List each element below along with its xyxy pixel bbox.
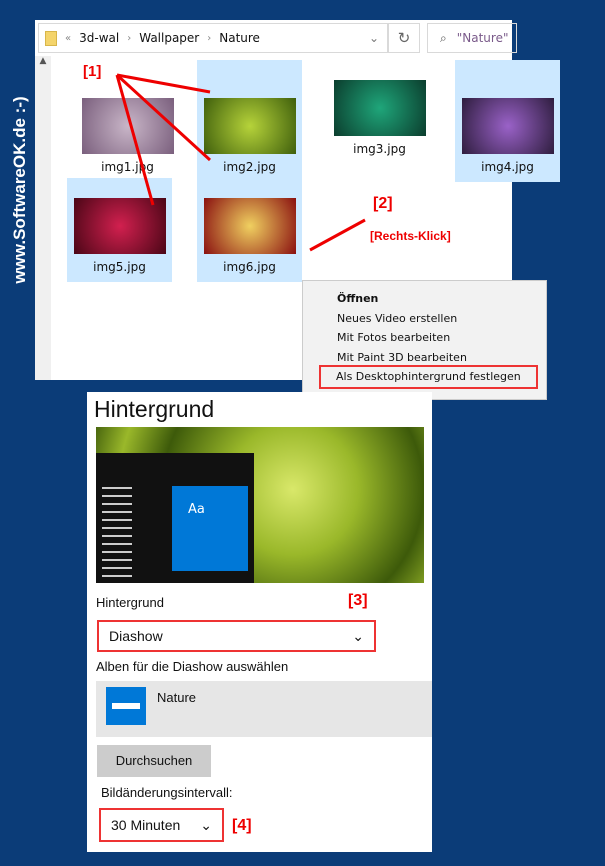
- background-label: Hintergrund: [96, 595, 164, 610]
- page-title: Hintergrund: [94, 396, 215, 422]
- album-item[interactable]: Nature: [96, 681, 432, 737]
- annotation-3: [3]: [348, 592, 368, 609]
- interval-dropdown[interactable]: 30 Minuten ⌄: [99, 808, 224, 842]
- watermark-site-text: www.SoftwareOK.de :-): [10, 96, 29, 284]
- background-preview: Aa: [96, 427, 424, 583]
- browse-button[interactable]: Durchsuchen: [97, 745, 211, 777]
- annotation-arrows: [115, 73, 366, 252]
- interval-value: 30 Minuten: [111, 817, 181, 833]
- background-value: Diashow: [109, 628, 163, 644]
- explorer-window: « 3d-wal › Wallpaper › Nature ⌄ ↻ ⌕ "Natu…: [35, 20, 560, 400]
- background-dropdown[interactable]: Diashow ⌄: [97, 620, 376, 652]
- albums-label: Alben für die Diashow auswählen: [96, 659, 289, 674]
- preview-tile: Aa: [172, 486, 248, 571]
- start-menu-preview: Aa: [96, 453, 254, 583]
- chevron-down-icon: ⌄: [200, 816, 212, 833]
- annotation-4: [4]: [232, 817, 252, 834]
- interval-label: Bildänderungsintervall:: [101, 785, 233, 800]
- album-icon: [106, 687, 146, 725]
- menu-lines: [102, 481, 132, 581]
- background-settings-panel: Hintergrund Aa Hintergrund [3] Diashow ⌄ …: [87, 392, 432, 852]
- album-name: Nature: [157, 690, 197, 705]
- chevron-down-icon: ⌄: [352, 627, 364, 644]
